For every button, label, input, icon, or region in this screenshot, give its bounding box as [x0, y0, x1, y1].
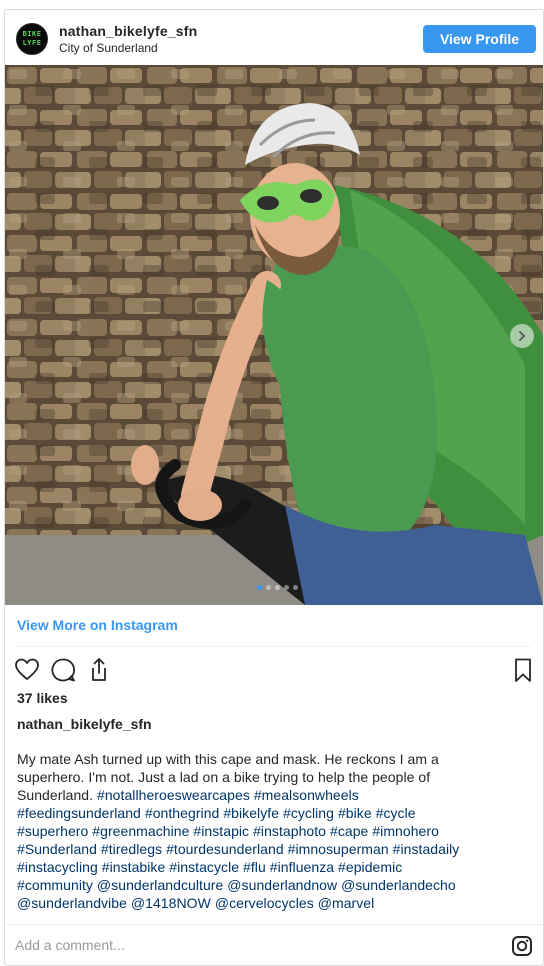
hashtag-link[interactable]: @sunderlandecho: [341, 877, 456, 893]
hashtag-link[interactable]: #instacycle: [169, 859, 239, 875]
post-photo[interactable]: [5, 65, 543, 605]
hashtag-link[interactable]: #influenza: [270, 859, 334, 875]
share-icon[interactable]: [85, 656, 113, 684]
caption-line: #feedingsunderland #onthegrind #bikelyfe…: [17, 804, 533, 822]
caption-line: #Sunderland #tiredlegs #tourdesunderland…: [17, 840, 533, 858]
caption-line: @sunderlandvibe @1418NOW @cervelocycles …: [17, 894, 533, 912]
hashtag-link[interactable]: #cycling: [283, 805, 334, 821]
hashtag-link[interactable]: #flu: [243, 859, 266, 875]
comment-bar: Add a comment...: [5, 924, 543, 965]
post-caption: My mate Ash turned up with this cape and…: [17, 750, 533, 912]
caption-line: #instacycling #instabike #instacycle #fl…: [17, 858, 533, 876]
divider: [17, 646, 531, 647]
hashtag-link[interactable]: #greenmachine: [92, 823, 189, 839]
view-profile-button[interactable]: View Profile: [423, 25, 536, 53]
post-location[interactable]: City of Sunderland: [59, 41, 158, 55]
carousel-dot: [293, 585, 298, 590]
avatar[interactable]: BIKE LYFE: [16, 23, 48, 55]
carousel-dot: [275, 585, 280, 590]
hashtag-link[interactable]: #superhero: [17, 823, 88, 839]
view-more-on-instagram-link[interactable]: View More on Instagram: [17, 617, 178, 633]
caption-line: #community @sunderlandculture @sunderlan…: [17, 876, 533, 894]
add-comment-input[interactable]: Add a comment...: [15, 937, 125, 953]
caption-text: superhero. I'm not. Just a lad on a bike…: [17, 769, 431, 785]
hashtag-link[interactable]: @1418NOW: [131, 895, 211, 911]
carousel-next-button[interactable]: [510, 324, 534, 348]
instagram-icon[interactable]: [511, 935, 533, 957]
caption-text: My mate Ash turned up with this cape and…: [17, 751, 439, 767]
carousel-dot: [266, 585, 271, 590]
photo-illustration: [5, 65, 543, 605]
hashtag-link[interactable]: @sunderlandvibe: [17, 895, 127, 911]
caption-line: superhero. I'm not. Just a lad on a bike…: [17, 768, 533, 786]
hashtag-link[interactable]: #cape: [330, 823, 368, 839]
hashtag-link[interactable]: #epidemic: [338, 859, 402, 875]
hashtag-link[interactable]: #instabike: [102, 859, 166, 875]
hashtag-link[interactable]: #instapic: [193, 823, 249, 839]
comment-icon[interactable]: [49, 656, 77, 684]
hashtag-link[interactable]: #tourdesunderland: [166, 841, 284, 857]
hashtag-link[interactable]: #tiredlegs: [101, 841, 162, 857]
caption-username[interactable]: nathan_bikelyfe_sfn: [17, 716, 152, 732]
chevron-right-icon: [519, 331, 526, 341]
hashtag-link[interactable]: #notallheroeswearcapes: [97, 787, 250, 803]
carousel-indicator: [257, 585, 298, 591]
bookmark-icon[interactable]: [509, 656, 537, 684]
carousel-dot: [284, 585, 289, 590]
hashtag-link[interactable]: #Sunderland: [17, 841, 97, 857]
hashtag-link[interactable]: #bikelyfe: [223, 805, 279, 821]
hashtag-link[interactable]: #community: [17, 877, 93, 893]
caption-line: #superhero #greenmachine #instapic #inst…: [17, 822, 533, 840]
instagram-embed-card: BIKE LYFE nathan_bikelyfe_sfn City of Su…: [4, 9, 544, 966]
hashtag-link[interactable]: #instacycling: [17, 859, 98, 875]
hashtag-link[interactable]: #mealsonwheels: [254, 787, 359, 803]
post-username[interactable]: nathan_bikelyfe_sfn: [59, 23, 197, 39]
hashtag-link[interactable]: @sunderlandnow: [227, 877, 337, 893]
carousel-dot: [257, 585, 262, 590]
post-actions: [5, 654, 543, 686]
hashtag-link[interactable]: @sunderlandculture: [97, 877, 223, 893]
hashtag-link[interactable]: #imnosuperman: [288, 841, 389, 857]
hashtag-link[interactable]: #cycle: [376, 805, 416, 821]
hashtag-link[interactable]: #imnohero: [372, 823, 439, 839]
hashtag-link[interactable]: @cervelocycles: [215, 895, 314, 911]
hashtag-link[interactable]: @marvel: [318, 895, 375, 911]
hashtag-link[interactable]: #instaphoto: [253, 823, 326, 839]
caption-line: Sunderland. #notallheroeswearcapes #meal…: [17, 786, 533, 804]
hashtag-link[interactable]: #feedingsunderland: [17, 805, 141, 821]
heart-icon[interactable]: [13, 656, 41, 684]
post-header: BIKE LYFE nathan_bikelyfe_sfn City of Su…: [5, 10, 543, 66]
hashtag-link[interactable]: #instadaily: [393, 841, 460, 857]
avatar-logo-text: BIKE LYFE: [22, 30, 42, 47]
hashtag-link[interactable]: #onthegrind: [145, 805, 220, 821]
hashtag-link[interactable]: #bike: [338, 805, 372, 821]
caption-line: My mate Ash turned up with this cape and…: [17, 750, 533, 768]
caption-text: Sunderland.: [17, 787, 97, 803]
likes-count[interactable]: 37 likes: [17, 690, 68, 706]
